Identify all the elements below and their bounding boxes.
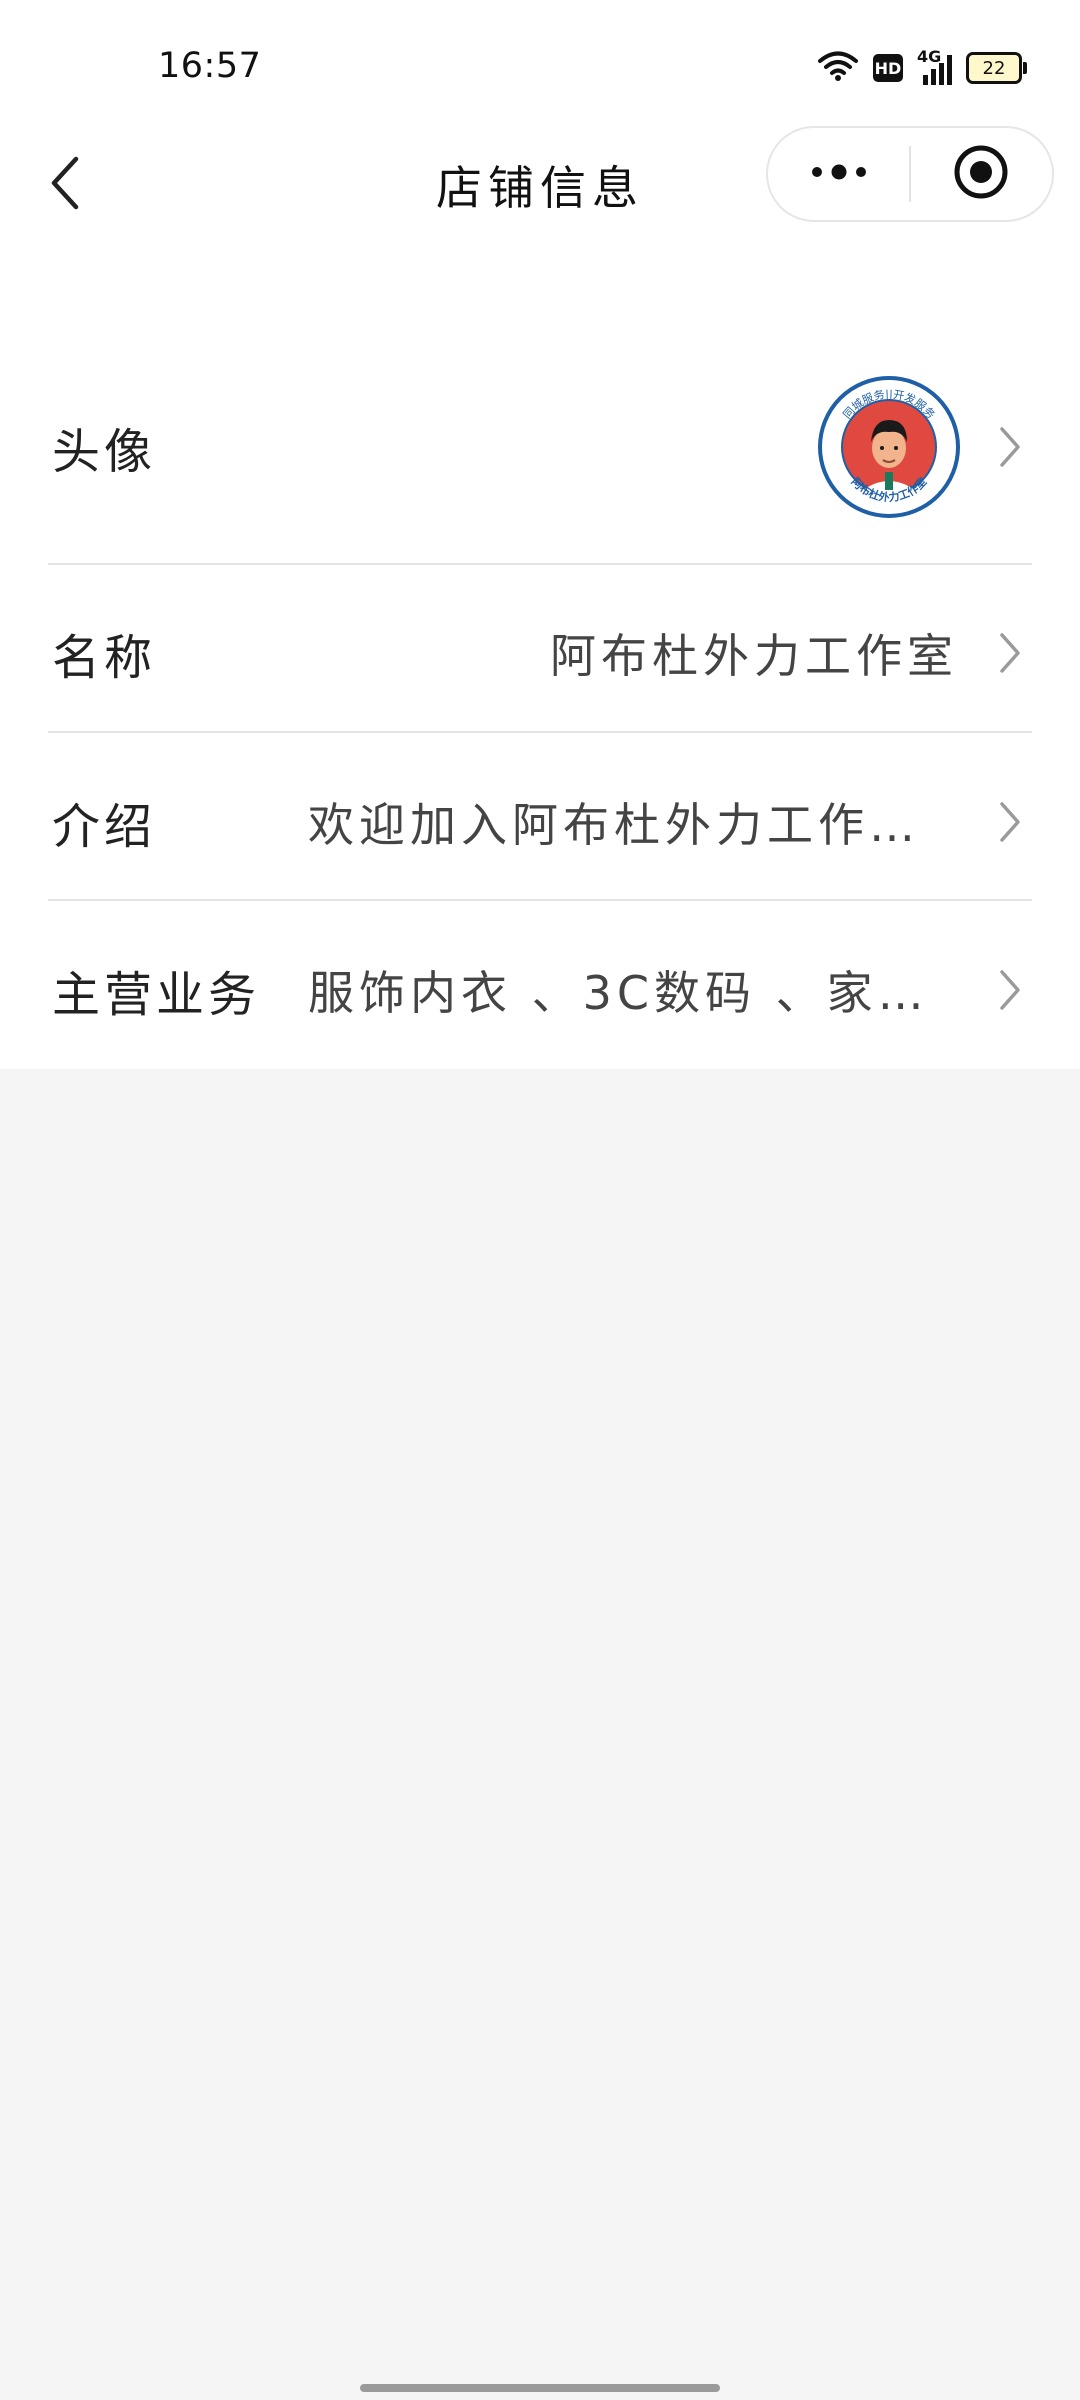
more-dots-icon — [809, 162, 869, 186]
target-circle-icon — [953, 144, 1009, 204]
battery-icon: 22 — [966, 52, 1027, 84]
row-label: 主营业务 — [52, 967, 261, 1023]
close-button[interactable] — [911, 128, 1052, 220]
network-type-label: 4G — [917, 47, 942, 66]
row-divider — [48, 899, 1032, 901]
row-label: 介绍 — [52, 799, 157, 855]
hd-badge: HD — [873, 54, 903, 82]
row-label: 名称 — [52, 630, 157, 686]
signal-icon: 4G — [917, 47, 952, 85]
more-button[interactable] — [768, 128, 909, 220]
status-icons: HD 4G 22 — [817, 47, 1027, 88]
avatar: 同城服务||开发服务 阿布杜外力工作室 — [818, 376, 960, 518]
status-time: 16:57 — [158, 46, 262, 86]
row-intro[interactable]: 介绍 欢迎加入阿布杜外力工作室... — [0, 770, 1080, 874]
row-divider — [48, 731, 1032, 733]
home-indicator[interactable] — [360, 2384, 720, 2392]
chevron-right-icon — [992, 417, 1028, 477]
row-divider — [48, 563, 1032, 565]
chevron-right-icon — [992, 960, 1028, 1020]
mini-program-capsule — [766, 126, 1054, 222]
row-value: 欢迎加入阿布杜外力工作室... — [308, 798, 958, 852]
row-name[interactable]: 名称 阿布杜外力工作室 — [0, 601, 1080, 705]
row-label: 头像 — [52, 424, 157, 480]
row-value: 服饰内衣 、3C数码 、家装/五... — [308, 966, 958, 1020]
row-value: 阿布杜外力工作室 — [550, 629, 958, 683]
battery-level: 22 — [982, 57, 1006, 79]
row-avatar[interactable]: 头像 同城服务||开发服务 阿布杜外力工作室 — [0, 376, 1080, 518]
wifi-icon — [817, 50, 859, 86]
row-main-business[interactable]: 主营业务 服饰内衣 、3C数码 、家装/五... — [0, 938, 1080, 1042]
chevron-right-icon — [992, 792, 1028, 852]
chevron-right-icon — [992, 623, 1028, 683]
